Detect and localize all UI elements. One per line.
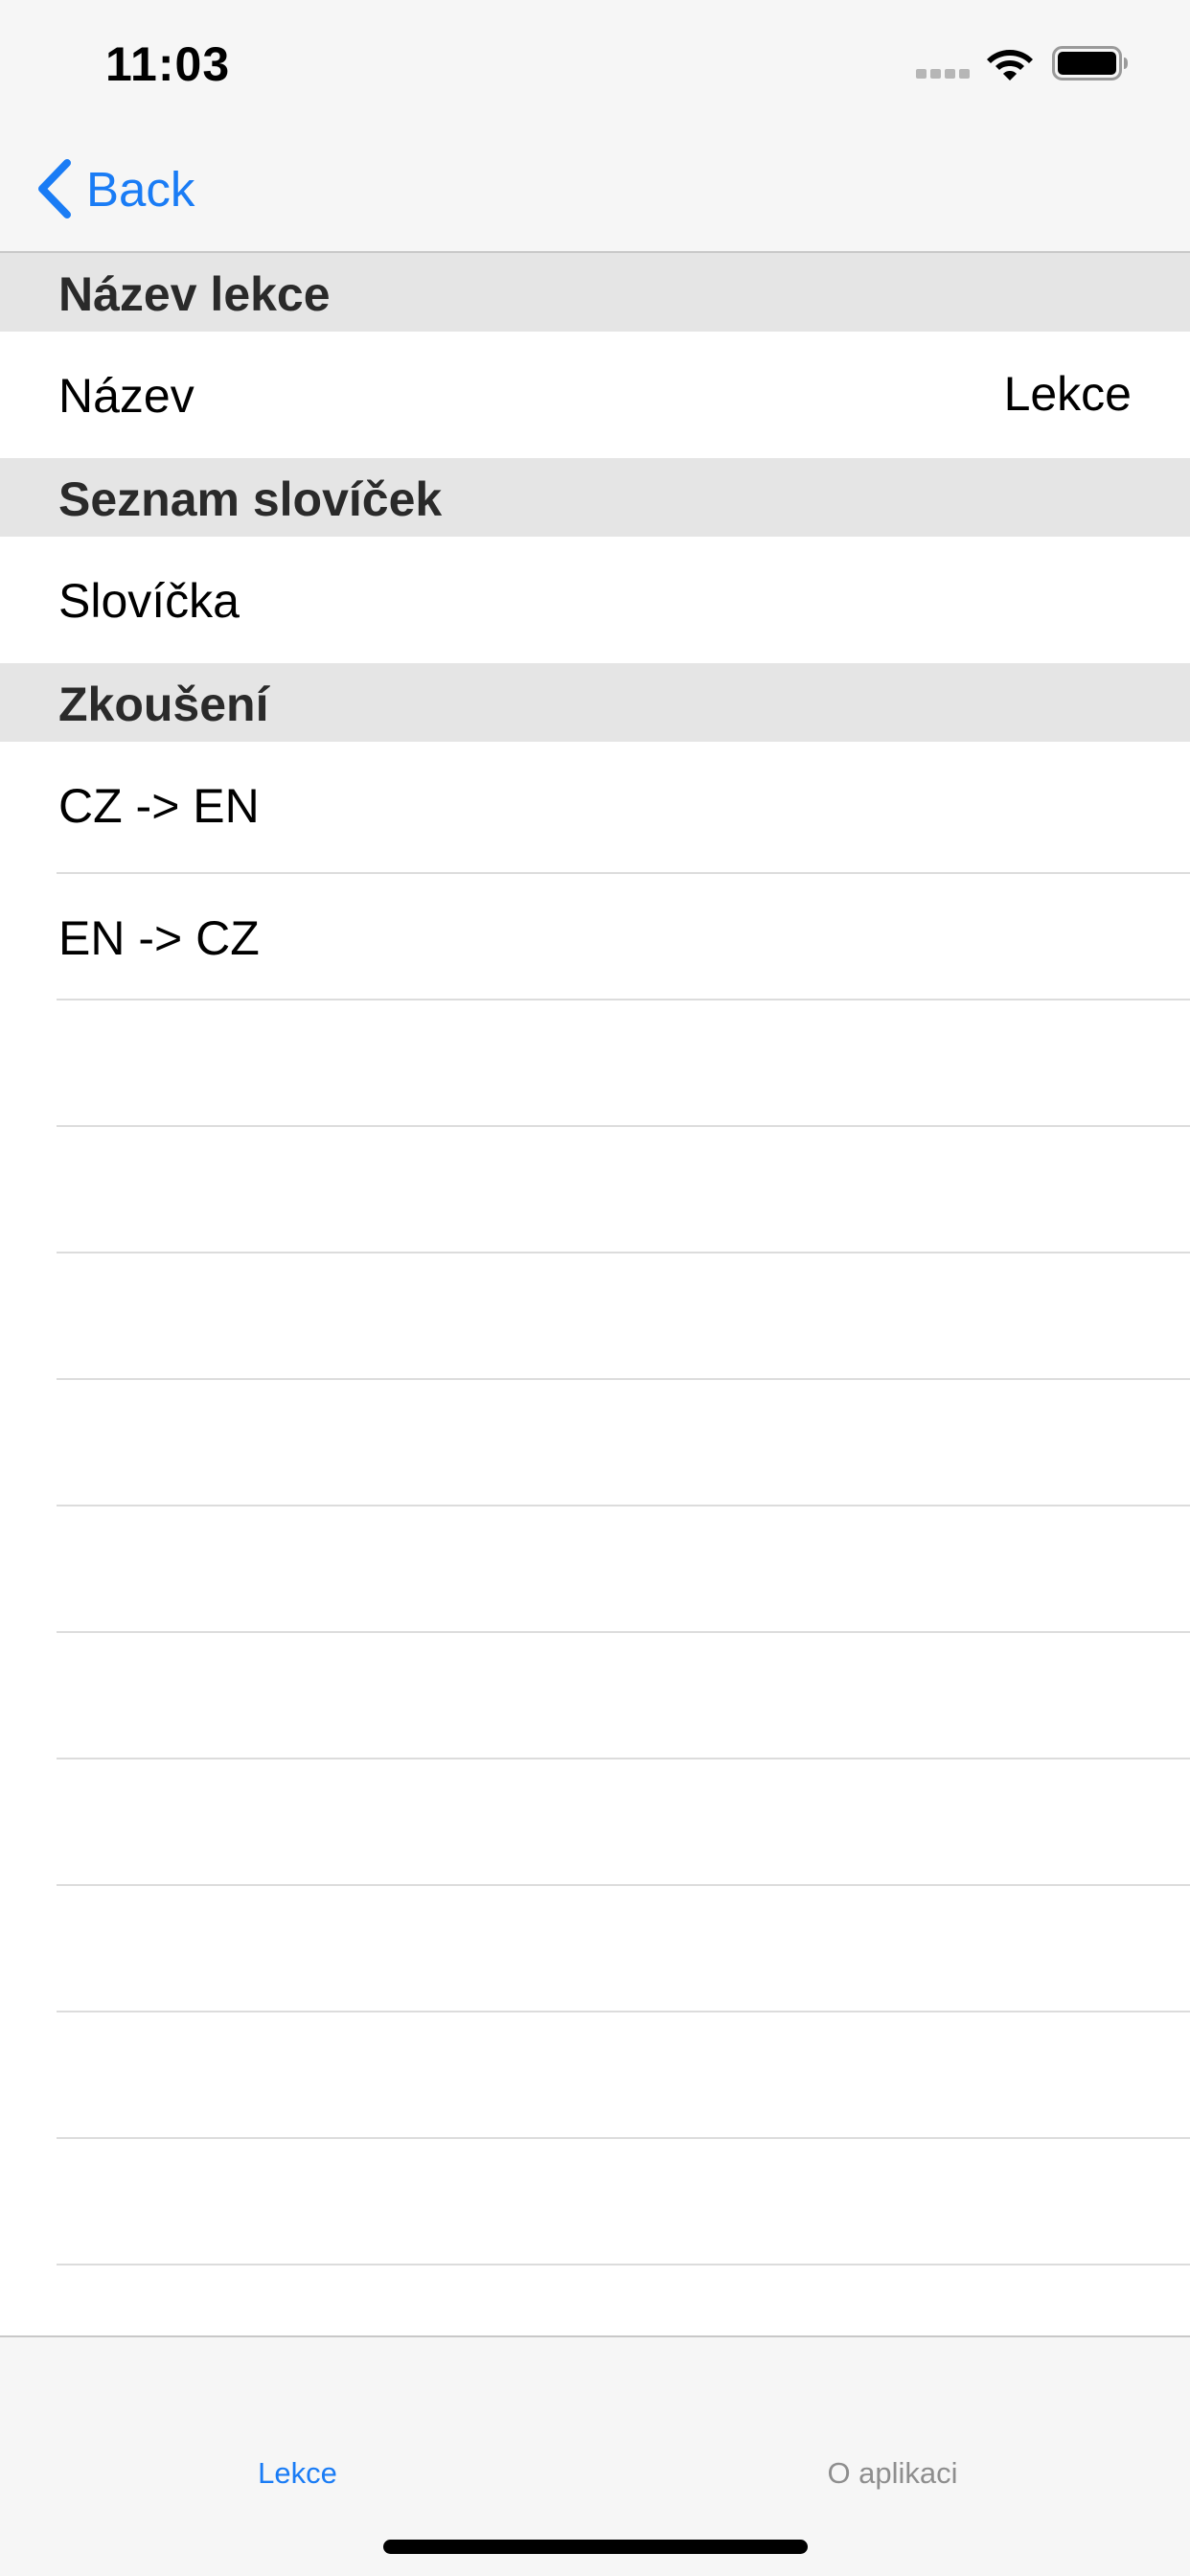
row-label: CZ -> EN bbox=[58, 779, 260, 833]
row-separator bbox=[57, 999, 1190, 1000]
row-lesson-name[interactable]: Název Lekce bbox=[0, 332, 1190, 458]
row-separator bbox=[57, 1505, 1190, 1506]
row-separator bbox=[57, 2011, 1190, 2012]
row-separator bbox=[57, 1884, 1190, 1886]
tab-label: O aplikaci bbox=[827, 2456, 958, 2490]
row-label: EN -> CZ bbox=[58, 911, 260, 965]
tab-label: Lekce bbox=[258, 2456, 337, 2490]
row-label: Název bbox=[58, 369, 195, 423]
status-bar: 11:03 bbox=[0, 0, 1190, 126]
row-value: Lekce bbox=[1003, 367, 1132, 421]
row-separator bbox=[57, 1252, 1190, 1254]
back-label: Back bbox=[86, 161, 195, 217]
section-header-testing: Zkoušení bbox=[0, 663, 1190, 742]
wifi-icon bbox=[987, 50, 1033, 80]
tab-lekce[interactable]: Lekce bbox=[0, 2337, 595, 2496]
status-time: 11:03 bbox=[105, 37, 231, 91]
battery-icon bbox=[1052, 46, 1128, 80]
row-separator bbox=[57, 1758, 1190, 1760]
section-header-lesson-name: Název lekce bbox=[0, 253, 1190, 332]
row-separator bbox=[57, 1631, 1190, 1633]
navigation-bar: Back bbox=[0, 126, 1190, 253]
row-test-cz-en[interactable]: CZ -> EN bbox=[0, 742, 1190, 868]
row-separator bbox=[57, 1125, 1190, 1127]
section-header-label: Seznam slovíček bbox=[58, 472, 443, 526]
tab-o-aplikaci[interactable]: O aplikaci bbox=[595, 2337, 1190, 2496]
row-words[interactable]: Slovíčka bbox=[0, 537, 1190, 663]
screen: 11:03 Back Název lekce Název Lekce Sezna… bbox=[0, 0, 1190, 2576]
section-header-word-list: Seznam slovíček bbox=[0, 458, 1190, 537]
row-test-en-cz[interactable]: EN -> CZ bbox=[0, 874, 1190, 1000]
home-indicator bbox=[383, 2540, 808, 2554]
signal-dots-icon bbox=[916, 69, 972, 80]
tab-bar: Lekce O aplikaci bbox=[0, 2335, 1190, 2576]
row-separator bbox=[57, 2264, 1190, 2266]
row-separator bbox=[57, 2137, 1190, 2139]
section-header-label: Zkoušení bbox=[58, 678, 269, 731]
chevron-left-icon bbox=[38, 159, 71, 218]
row-separator bbox=[57, 1378, 1190, 1380]
back-button[interactable]: Back bbox=[33, 155, 195, 222]
section-header-label: Název lekce bbox=[58, 267, 331, 321]
row-label: Slovíčka bbox=[58, 574, 240, 628]
